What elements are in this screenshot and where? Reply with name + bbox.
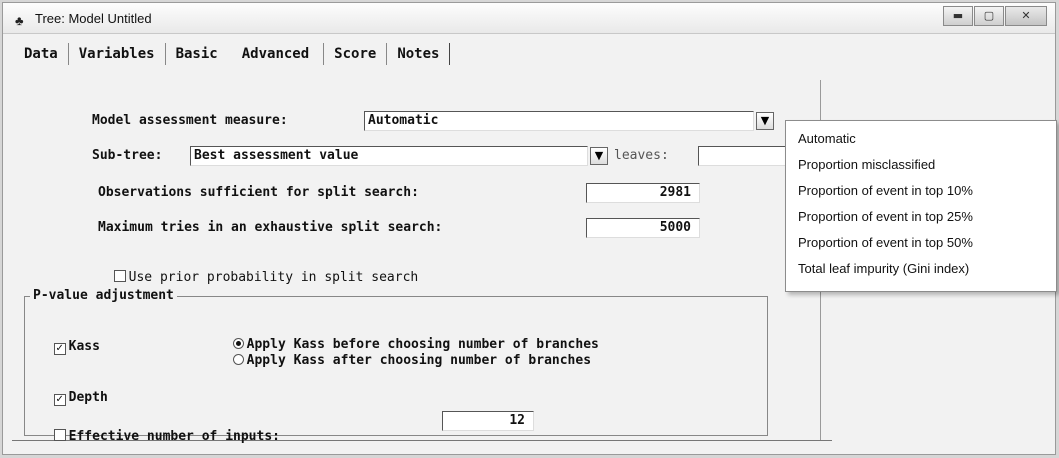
tab-variables[interactable]: Variables: [69, 46, 165, 62]
tab-advanced[interactable]: Advanced: [228, 46, 323, 62]
max-tries-label: Maximum tries in an exhaustive split sea…: [98, 220, 443, 235]
model-assessment-label: Model assessment measure:: [92, 113, 288, 128]
tab-data[interactable]: Data: [14, 46, 68, 62]
close-button[interactable]: ✕: [1005, 6, 1047, 26]
obs-sufficient-field[interactable]: 2981: [586, 183, 700, 203]
model-assessment-dropdown-icon[interactable]: ▼: [756, 112, 774, 130]
kass-checkbox[interactable]: ✓ Kass: [38, 324, 100, 355]
kass-after-label: Apply Kass after choosing number of bran…: [246, 353, 592, 368]
dropdown-option-automatic[interactable]: Automatic: [798, 131, 856, 146]
window-title: Tree: Model Untitled: [35, 11, 152, 26]
assessment-dropdown-list: Automatic Proportion misclassified Propo…: [785, 120, 1057, 292]
tab-notes[interactable]: Notes: [387, 46, 449, 62]
tab-bar: Data Variables Basic Advanced Score Note…: [14, 40, 451, 68]
leaves-field[interactable]: [698, 146, 788, 166]
dropdown-option-gini[interactable]: Total leaf impurity (Gini index): [798, 261, 969, 276]
title-bar[interactable]: ♣ Tree: Model Untitled ▬ ▢ ✕: [3, 3, 1055, 34]
tab-divider: [449, 43, 451, 65]
use-prior-checkbox[interactable]: Use prior probability in split search: [98, 255, 418, 285]
use-prior-label: Use prior probability in split search: [128, 270, 419, 285]
checkbox-box[interactable]: [53, 429, 66, 441]
checkbox-box[interactable]: ✓: [53, 394, 66, 406]
leaves-label: leaves:: [614, 148, 669, 163]
effective-inputs-label: Effective number of inputs:: [68, 429, 280, 444]
kass-after-radio[interactable]: Apply Kass after choosing number of bran…: [217, 338, 591, 368]
depth-checkbox[interactable]: ✓ Depth: [38, 375, 108, 406]
checkbox-box[interactable]: [113, 270, 126, 282]
minimize-button[interactable]: ▬: [943, 6, 973, 26]
obs-sufficient-label: Observations sufficient for split search…: [98, 185, 419, 200]
dropdown-option-top50[interactable]: Proportion of event in top 50%: [798, 235, 973, 250]
max-tries-field[interactable]: 5000: [586, 218, 700, 238]
tab-score[interactable]: Score: [324, 46, 386, 62]
checkbox-box[interactable]: ✓: [53, 343, 66, 355]
maximize-button[interactable]: ▢: [974, 6, 1004, 26]
pvalue-group-title: P-value adjustment: [30, 288, 177, 303]
effective-inputs-field[interactable]: 12: [442, 411, 534, 431]
subtree-label: Sub-tree:: [92, 148, 163, 163]
kass-label: Kass: [68, 339, 100, 354]
window-controls: ▬ ▢ ✕: [942, 6, 1047, 26]
tree-icon: ♣: [15, 13, 24, 28]
subtree-dropdown-icon[interactable]: ▼: [590, 147, 608, 165]
tab-basic[interactable]: Basic: [166, 46, 228, 62]
radio-dot[interactable]: [232, 354, 244, 365]
dropdown-option-top25[interactable]: Proportion of event in top 25%: [798, 209, 973, 224]
depth-label: Depth: [68, 390, 108, 405]
dropdown-option-misclassified[interactable]: Proportion misclassified: [798, 157, 935, 172]
effective-inputs-checkbox[interactable]: Effective number of inputs:: [38, 414, 280, 444]
subtree-select[interactable]: Best assessment value: [190, 146, 588, 166]
model-assessment-select[interactable]: Automatic: [364, 111, 754, 131]
dropdown-option-top10[interactable]: Proportion of event in top 10%: [798, 183, 973, 198]
